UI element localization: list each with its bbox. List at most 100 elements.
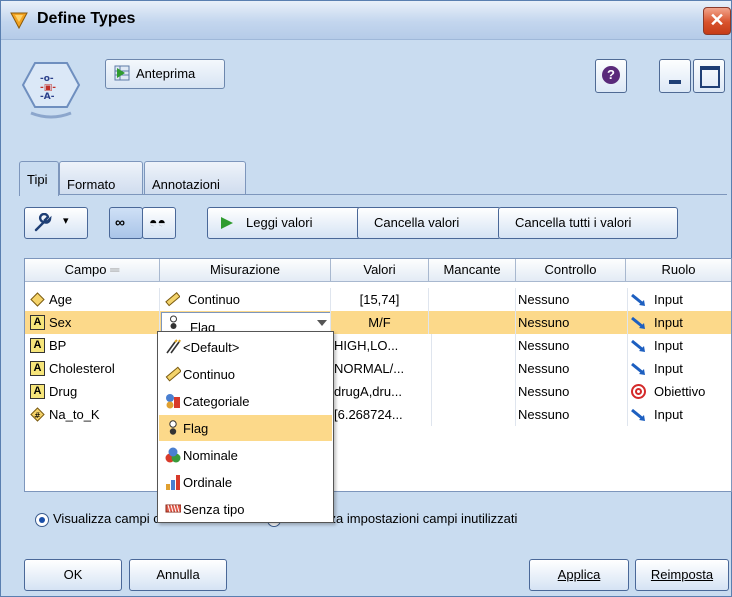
field-name: Drug xyxy=(49,384,78,399)
column-label: Campo xyxy=(64,262,107,277)
clear-values-button[interactable]: Cancella valori xyxy=(357,207,501,239)
flag-icon xyxy=(170,315,177,329)
close-button[interactable]: ✕ xyxy=(703,7,731,35)
string-a-icon: A xyxy=(30,338,45,353)
check-cell: Nessuno xyxy=(516,380,628,403)
table-header: Campo ═ Misurazione Valori Mancante Cont… xyxy=(25,259,731,282)
tools-menu-button[interactable]: ▾ xyxy=(24,207,88,239)
reset-button[interactable]: Reimposta xyxy=(635,559,729,591)
role-value: Input xyxy=(654,361,683,376)
arrow-input-icon xyxy=(631,316,645,329)
field-name: Sex xyxy=(49,315,72,330)
dropdown-item-continuo[interactable]: Continuo xyxy=(159,361,332,387)
values-cell: HIGH,LO... xyxy=(331,334,432,357)
number-diamond-icon: # xyxy=(30,407,45,422)
field-name: Na_to_K xyxy=(49,407,100,422)
tab-label: Formato xyxy=(67,177,116,192)
chevron-down-icon: ▾ xyxy=(63,215,69,227)
cancel-button[interactable]: Annulla xyxy=(129,559,227,591)
apply-button[interactable]: Applica xyxy=(529,559,629,591)
string-a-icon: A xyxy=(30,384,45,399)
column-label: Ruolo xyxy=(661,262,696,277)
help-button[interactable]: ? xyxy=(595,59,627,93)
table-row[interactable]: Age Continuo [15,74] Nessuno Input xyxy=(25,288,731,311)
minimize-button[interactable] xyxy=(659,59,691,93)
table-row[interactable]: A BP HIGH,LO... Nessuno Input xyxy=(25,334,731,357)
cancel-label: Annulla xyxy=(156,567,200,582)
clear-values-label: Cancella valori xyxy=(374,215,460,230)
tab-formato[interactable]: Formato xyxy=(59,161,143,195)
column-header-mancante[interactable]: Mancante xyxy=(429,259,516,281)
window-title: Define Types xyxy=(37,10,136,27)
define-types-dialog: Define Types ✕ -o- -▣- -A- Anteprima ? T… xyxy=(0,0,732,597)
clear-all-values-label: Cancella tutti i valori xyxy=(515,215,632,230)
maximize-button[interactable] xyxy=(693,59,725,93)
view-mode-button-1[interactable]: ∞ xyxy=(109,207,143,239)
wrench-icon xyxy=(34,213,52,232)
default-wand-icon xyxy=(166,339,181,354)
ordinal-icon xyxy=(166,475,180,490)
role-value: Obiettivo xyxy=(654,384,706,399)
column-header-controllo[interactable]: Controllo xyxy=(516,259,626,281)
role-value: Input xyxy=(654,292,683,307)
tab-tipi[interactable]: Tipi xyxy=(19,161,59,196)
check-cell: Nessuno xyxy=(516,334,628,357)
role-value: Input xyxy=(654,407,683,422)
play-icon xyxy=(221,217,233,229)
dropdown-item-senza-tipo[interactable]: Senza tipo xyxy=(159,496,332,522)
check-cell: Nessuno xyxy=(516,311,628,334)
column-label: Valori xyxy=(363,262,396,277)
help-icon: ? xyxy=(602,66,620,84)
clear-all-values-button[interactable]: Cancella tutti i valori xyxy=(498,207,678,239)
dropdown-item-flag[interactable]: Flag xyxy=(159,415,332,441)
missing-cell xyxy=(429,357,516,380)
measurement-dropdown[interactable]: <Default> Continuo Categoriale Flag Nomi… xyxy=(157,331,334,523)
dropdown-item-label: Ordinale xyxy=(183,475,233,490)
column-header-misurazione[interactable]: Misurazione xyxy=(160,259,331,281)
missing-cell xyxy=(429,403,516,426)
preview-table-icon xyxy=(114,65,130,81)
column-header-valori[interactable]: Valori xyxy=(331,259,429,281)
arrow-input-icon xyxy=(631,339,645,352)
tab-label: Tipi xyxy=(27,172,48,187)
view-mode-button-2[interactable]: ◓◓ xyxy=(142,207,176,239)
tab-panel-border xyxy=(19,194,727,195)
chevron-down-icon[interactable] xyxy=(317,320,327,326)
dropdown-item-nominale[interactable]: Nominale xyxy=(159,442,332,468)
flag-icon xyxy=(169,420,177,435)
missing-cell xyxy=(429,380,516,403)
values-cell: M/F xyxy=(331,311,429,334)
target-icon xyxy=(631,384,646,399)
tab-annotazioni[interactable]: Annotazioni xyxy=(144,161,246,195)
title-bar[interactable]: Define Types ✕ xyxy=(1,1,731,40)
column-header-campo[interactable]: Campo ═ xyxy=(25,259,160,281)
dropdown-item-categoriale[interactable]: Categoriale xyxy=(159,388,332,414)
column-header-ruolo[interactable]: Ruolo xyxy=(626,259,731,281)
role-value: Input xyxy=(654,338,683,353)
fields-table[interactable]: Campo ═ Misurazione Valori Mancante Cont… xyxy=(24,258,732,492)
read-values-button[interactable]: Leggi valori xyxy=(207,207,361,239)
preview-button[interactable]: Anteprima xyxy=(105,59,225,89)
table-row[interactable]: # Na_to_K [6.268724... Nessuno Input xyxy=(25,403,731,426)
categorical-icon xyxy=(166,394,180,409)
table-row[interactable]: A Drug drugA,dru... Nessuno Obiettivo xyxy=(25,380,731,403)
table-row-selected[interactable]: A Sex Flag M/F Nessuno Input xyxy=(25,311,731,334)
dropdown-item-ordinale[interactable]: Ordinale xyxy=(159,469,332,495)
dropdown-item-label: Flag xyxy=(183,421,209,436)
type-node-icon xyxy=(10,12,28,30)
link-glasses-icon: ∞ xyxy=(115,214,125,230)
ok-button[interactable]: OK xyxy=(24,559,122,591)
check-cell: Nessuno xyxy=(516,288,628,311)
string-a-icon: A xyxy=(30,315,45,330)
tab-label: Annotazioni xyxy=(152,177,220,192)
view-current-fields-radio[interactable] xyxy=(35,513,49,527)
string-a-icon: A xyxy=(30,361,45,376)
dropdown-item-label: Continuo xyxy=(183,367,236,382)
table-row[interactable]: A Cholesterol NORMAL/... Nessuno Input xyxy=(25,357,731,380)
dropdown-item-default[interactable]: <Default> xyxy=(159,334,332,360)
ok-label: OK xyxy=(63,567,83,582)
sort-icon: ═ xyxy=(110,262,120,277)
ruler-icon xyxy=(165,292,180,307)
minimize-icon xyxy=(669,80,681,84)
check-cell: Nessuno xyxy=(516,357,628,380)
